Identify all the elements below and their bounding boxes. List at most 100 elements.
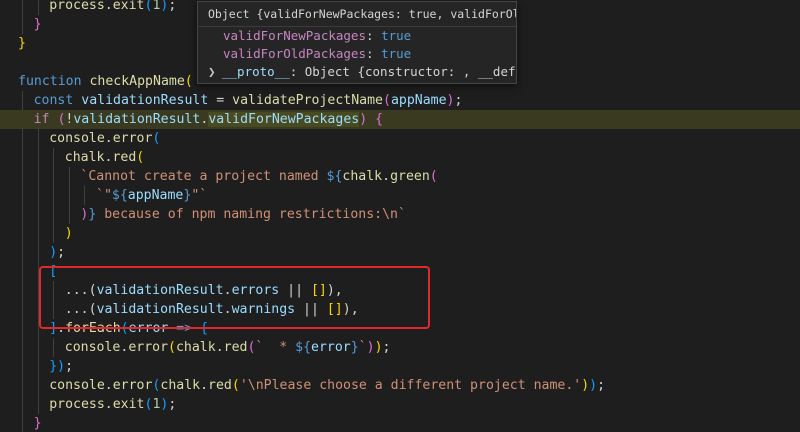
code-line[interactable]: )} because of npm naming restrictions:\n… (0, 205, 800, 224)
code-line[interactable]: chalk.red( (0, 148, 800, 167)
code-line[interactable]: ...(validationResult.warnings || []), (0, 300, 800, 319)
hover-proto-row[interactable]: ❯ __proto__: Object {constructor: , __def… (198, 63, 516, 81)
code-token: } (33, 416, 42, 431)
code-token: ( (429, 169, 438, 184)
code-line-text: console.error(chalk.red(` * ${error}`)); (65, 338, 391, 357)
code-token: ; (65, 359, 74, 374)
hover-property-key: validForOldPackages (223, 46, 366, 61)
code-line-text: console.error( (49, 129, 160, 148)
code-token: process (49, 397, 105, 412)
hover-proto-key: __proto__ (222, 64, 290, 79)
code-token: ; (168, 0, 177, 13)
code-token: . (104, 0, 113, 13)
code-line[interactable]: console.error(chalk.red('\nPlease choose… (0, 376, 800, 395)
code-token: `" (96, 188, 112, 203)
code-line-text: const validationResult = validateProject… (34, 91, 463, 110)
code-token: ) (57, 359, 66, 374)
hover-property-row: validForOldPackages: true (223, 46, 412, 61)
code-token: `Cannot create a project named (80, 169, 327, 184)
code-line[interactable]: if (!validationResult.validForNewPackage… (0, 110, 800, 129)
code-token: exit (112, 0, 145, 13)
code-token: ...( (64, 283, 97, 298)
code-token: ; (382, 340, 391, 355)
code-line[interactable]: ].forEach(error => { (0, 319, 800, 338)
code-token: { (375, 112, 384, 127)
code-token: errors (231, 283, 280, 298)
code-token: validationResult (73, 112, 201, 127)
code-token: . (57, 321, 66, 336)
code-token: console (49, 131, 105, 146)
code-line[interactable]: `"${appName}"` (0, 186, 800, 205)
code-token: ( (184, 74, 193, 89)
code-token: ( (382, 93, 391, 108)
code-line-text: process.exit(1); (49, 395, 176, 414)
code-token: validationResult (81, 93, 209, 108)
code-token: ; (168, 397, 177, 412)
code-token: . (200, 378, 209, 393)
code-token: console (64, 340, 121, 355)
code-token: red (112, 150, 137, 165)
code-token: ) (374, 340, 383, 355)
code-token: ` (358, 340, 367, 355)
debug-hover-popup: Object {validForNewPackages: true, valid… (197, 1, 517, 84)
code-line[interactable]: }); (0, 357, 800, 376)
code-line-text: `"${appName}"` (96, 186, 207, 205)
code-line[interactable]: } (0, 414, 800, 432)
code-line-text: ) (65, 224, 73, 243)
code-line-text: } (18, 34, 26, 53)
code-token: ( (120, 321, 129, 336)
code-token: { (200, 321, 209, 336)
code-token: => (176, 321, 193, 336)
code-token: validateProjectName (232, 93, 383, 108)
code-token: [] (310, 283, 327, 298)
code-line[interactable]: process.exit(1); (0, 395, 800, 414)
code-token: warnings (231, 302, 296, 317)
code-token: ) (49, 245, 58, 260)
code-line[interactable]: ); (0, 243, 800, 262)
code-token: ( (152, 131, 161, 146)
code-token: red (208, 378, 232, 393)
code-token: ${ (326, 169, 343, 184)
code-line[interactable]: console.error(chalk.red(` * ${error}`)); (0, 338, 800, 357)
code-token: ), (342, 302, 359, 317)
code-line[interactable]: [ (0, 262, 800, 281)
code-token: validationResult (96, 283, 224, 298)
code-token: error (112, 378, 153, 393)
code-line-text: chalk.red( (65, 148, 144, 167)
code-token: console (49, 378, 105, 393)
code-token: ) (589, 378, 598, 393)
code-line-text: function checkAppName( (18, 72, 193, 91)
code-line[interactable]: ...(validationResult.errors || []), (0, 281, 800, 300)
code-editor[interactable]: process.exit(1);}} function checkAppName(… (0, 0, 800, 432)
code-token: ; (454, 93, 463, 108)
code-token: || (279, 283, 311, 298)
code-token: '\nPlease choose a different project nam… (239, 378, 582, 393)
code-token: chalk (342, 169, 383, 184)
code-token: . (223, 302, 232, 317)
code-token: error (128, 321, 169, 336)
hover-property-row: validForNewPackages: true (223, 28, 412, 43)
code-token: [] (326, 302, 343, 317)
code-token: error (112, 131, 153, 146)
code-line-text: )} because of npm naming restrictions:\n… (80, 205, 406, 224)
code-token: ] (49, 321, 58, 336)
code-line[interactable]: `Cannot create a project named ${chalk.g… (0, 167, 800, 186)
code-token: . (223, 283, 232, 298)
code-line[interactable]: ) (0, 224, 800, 243)
code-line[interactable]: console.error( (0, 129, 800, 148)
code-token: checkAppName (89, 74, 185, 89)
code-line-text: }); (49, 357, 73, 376)
code-token: ) (359, 112, 368, 127)
code-token: ` * (255, 340, 296, 355)
code-line-text: [ (49, 262, 57, 281)
code-token: appName (127, 188, 184, 203)
code-line[interactable]: const validationResult = validateProject… (0, 91, 800, 110)
code-token: appName (390, 93, 447, 108)
code-token: chalk (64, 150, 105, 165)
code-token: ) (366, 340, 375, 355)
code-line-text: process.exit(1); (49, 0, 176, 15)
code-token: || (295, 302, 327, 317)
code-line-text: `Cannot create a project named ${chalk.g… (80, 167, 437, 186)
code-token: process (49, 0, 105, 13)
chevron-right-icon[interactable]: ❯ (208, 63, 222, 81)
